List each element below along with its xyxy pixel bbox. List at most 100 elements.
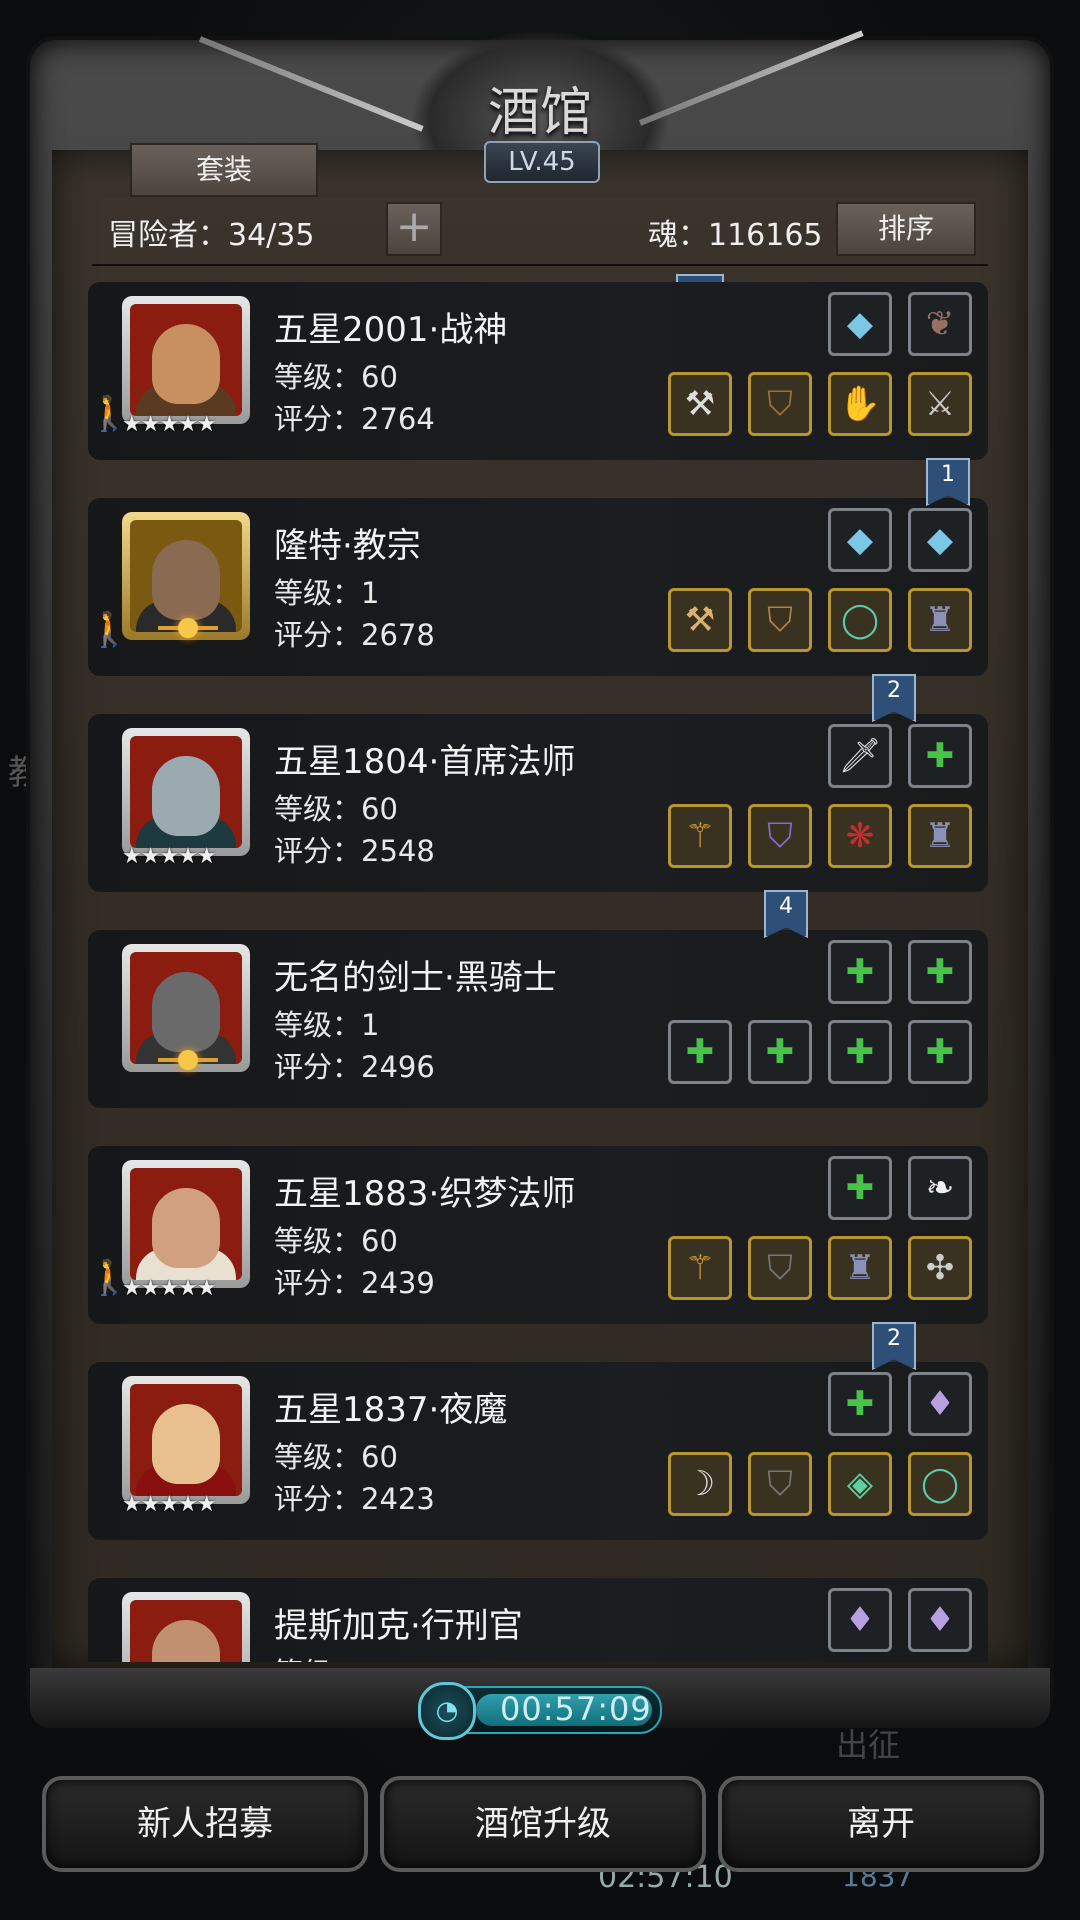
equipment-slot[interactable]: 🗡 [828, 724, 892, 788]
hero-card[interactable]: 🚶 ★★★★★ 五星2001·战神 等级：60 评分：2764 ◆ ❦ ⚒ ⛉ ✋ ⚔ [88, 282, 988, 460]
boots-icon: ♜ [844, 1248, 876, 1288]
hero-portrait[interactable] [122, 1160, 250, 1288]
sort-button[interactable]: 排序 [836, 202, 976, 256]
dark-armor-icon: ⛉ [767, 1464, 793, 1504]
hero-portrait[interactable] [122, 728, 250, 856]
star-rating: ★★★★★ [122, 1276, 217, 1301]
moon-badge-icon [158, 618, 218, 638]
equipment-slot[interactable]: ◆ [828, 508, 892, 572]
star-rating: ★★★★★ [122, 1492, 217, 1517]
equipment-slot[interactable]: ✚ [908, 724, 972, 788]
portrait-face [152, 972, 220, 1052]
equipment-slot[interactable]: ⛉ [748, 372, 812, 436]
add-slot-button[interactable]: + [386, 202, 442, 256]
empty-armor-icon: ✚ [765, 1032, 795, 1072]
hero-card[interactable]: ★★★★★ 五星1804·首席法师 等级：60 评分：2548 🗡 ✚ ⚚ ⛉ ❋ ♜ [88, 714, 988, 892]
hero-card[interactable]: ★★★★★ 五星1837·夜魔 等级：60 评分：2423 ✚ ♦ ☽ ⛉ ◈ ◯ [88, 1362, 988, 1540]
equipment-slot[interactable]: ✚ [668, 1020, 732, 1084]
hero-portrait[interactable] [122, 1592, 250, 1662]
portrait-face [152, 1404, 220, 1484]
hero-level: 等级：60 [274, 360, 398, 394]
empty-ring-icon: ✚ [925, 1032, 955, 1072]
equipment-slot[interactable]: ✣ [908, 1236, 972, 1300]
axe-icon: ⚒ [684, 384, 716, 424]
equipment-slot[interactable]: ♜ [828, 1236, 892, 1300]
equipment-slot[interactable]: ◯ [828, 588, 892, 652]
equipment-slot[interactable]: ✚ [908, 1020, 972, 1084]
equipment-slot[interactable]: ✋ [828, 372, 892, 436]
timer-text: 00:57:09 [500, 1690, 652, 1728]
hero-card[interactable]: 无名的剑士·黑骑士 等级：1 评分：2496 ✚ ✚ ✚ ✚ ✚ ✚ [88, 930, 988, 1108]
hero-card[interactable]: 🚶 隆特·教宗 等级：1 评分：2678 ◆ ◆ ⚒ ⛉ ◯ ♜ [88, 498, 988, 676]
portrait-inner [130, 736, 242, 848]
hero-level: 等级：60 [274, 1440, 398, 1474]
equipment-slot[interactable]: ⛉ [748, 588, 812, 652]
equipment-slot[interactable]: ⚒ [668, 372, 732, 436]
equipment-slot[interactable]: ♜ [908, 804, 972, 868]
portrait-inner [130, 1384, 242, 1496]
empty-slot-icon: ✚ [845, 1384, 875, 1424]
hero-name: 提斯加克·行刑官 [274, 1606, 523, 1646]
suit-button[interactable]: 套装 [130, 143, 318, 197]
equipment-slot[interactable]: ✚ [748, 1020, 812, 1084]
upgrade-tavern-button[interactable]: 酒馆升级 [380, 1776, 706, 1872]
equipment-slot[interactable]: ❦ [908, 292, 972, 356]
refresh-timer: ◔ 00:57:09 [418, 1682, 662, 1740]
hero-name: 五星1804·首席法师 [274, 742, 576, 782]
white-feather-icon: ❧ [925, 1168, 955, 1208]
hero-list[interactable]: 🚶 ★★★★★ 五星2001·战神 等级：60 评分：2764 ◆ ❦ ⚒ ⛉ ✋ ⚔ 🚶 隆特·教宗等… [88, 282, 988, 1662]
equipment-slot[interactable]: ♜ [908, 588, 972, 652]
equipment-slot[interactable]: ⛉ [748, 804, 812, 868]
portrait-inner [130, 1600, 242, 1662]
portrait-face [152, 540, 220, 620]
hero-name: 隆特·教宗 [274, 526, 421, 566]
equipment-slot[interactable]: ⚚ [668, 804, 732, 868]
chain-amulet-icon: ✣ [925, 1248, 955, 1288]
equipment-slot[interactable]: ✚ [828, 1020, 892, 1084]
equipment-slot[interactable]: ❧ [908, 1156, 972, 1220]
equipment-slot[interactable]: ⚔ [908, 372, 972, 436]
equipment-slot[interactable]: ✚ [828, 1156, 892, 1220]
moon-badge-icon [158, 1050, 218, 1070]
ring-icon: ◯ [840, 600, 880, 640]
equipment-slot[interactable]: ☽ [668, 1452, 732, 1516]
equipment-slot[interactable]: ⛉ [748, 1236, 812, 1300]
equipment-slot[interactable]: ⛉ [748, 1452, 812, 1516]
equipment-slot[interactable]: ⚒ [668, 588, 732, 652]
equipment-slot[interactable]: ◯ [908, 1452, 972, 1516]
equipment-slot[interactable]: ♦ [828, 1588, 892, 1652]
equipment-slot[interactable]: ✚ [828, 1372, 892, 1436]
boots-icon: ♜ [924, 816, 956, 856]
equipment-slot[interactable]: ✚ [908, 940, 972, 1004]
hero-portrait[interactable] [122, 1376, 250, 1504]
empty-slot-icon: ✚ [845, 952, 875, 992]
hammer-icon: ⚒ [684, 600, 716, 640]
portrait-face [152, 756, 220, 836]
portrait-face [152, 324, 220, 404]
equipment-slot[interactable]: ♦ [908, 1588, 972, 1652]
hero-card[interactable]: 🚶 ★★★★★ 五星1883·织梦法师 等级：60 评分：2439 ✚ ❧ ⚚ ⛉ ♜ ✣ [88, 1146, 988, 1324]
amulet-icon: ❋ [845, 816, 875, 856]
hero-score: 评分：2496 [274, 1050, 435, 1084]
hero-portrait[interactable] [122, 296, 250, 424]
dark-feather-icon: ❦ [925, 304, 955, 344]
leave-button[interactable]: 离开 [718, 1776, 1044, 1872]
equipment-slot[interactable]: ❋ [828, 804, 892, 868]
divider [92, 264, 988, 266]
purple-armor-icon: ⛉ [767, 816, 793, 856]
equipment-slot[interactable]: ✚ [828, 940, 892, 1004]
level-badge: LV.45 [484, 141, 600, 183]
equipment-slot[interactable]: ◈ [828, 1452, 892, 1516]
dagger-icon: 🗡 [838, 736, 882, 776]
equipment-slot[interactable]: ◆ [828, 292, 892, 356]
rank-flag-number: 2 [887, 678, 901, 703]
equipment-slot[interactable]: ◆ [908, 508, 972, 572]
star-rating: ★★★★★ [122, 412, 217, 437]
hero-card[interactable]: 提斯加克·行刑官等级： ♦ ♦ [88, 1578, 988, 1662]
hero-name: 五星1837·夜魔 [274, 1390, 508, 1430]
equipment-slot[interactable]: ⚚ [668, 1236, 732, 1300]
equipment-slot[interactable]: ♦ [908, 1372, 972, 1436]
moon-dot [178, 1050, 198, 1070]
recruit-button[interactable]: 新人招募 [42, 1776, 368, 1872]
purple-crystal-icon: ♦ [844, 1600, 876, 1640]
